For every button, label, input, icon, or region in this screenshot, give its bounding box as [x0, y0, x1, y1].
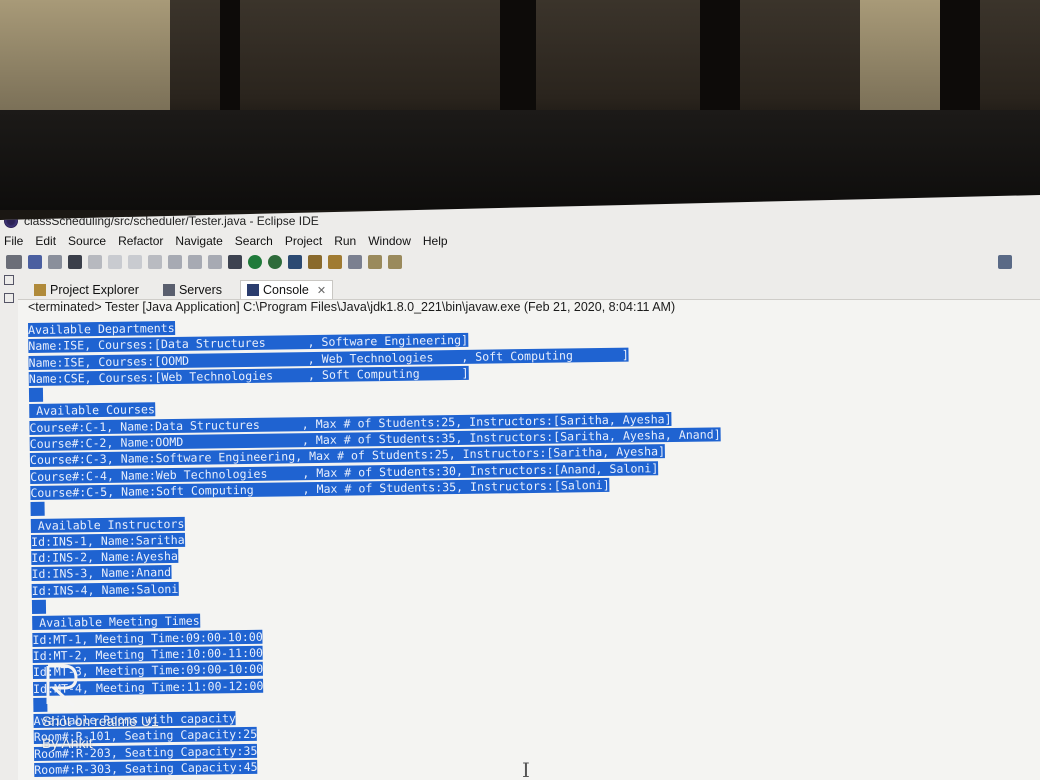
menu-edit[interactable]: Edit: [35, 234, 56, 248]
skip-breakpoints-icon[interactable]: [88, 255, 102, 269]
open-task-icon[interactable]: [328, 255, 342, 269]
tab-label: Console: [263, 283, 309, 297]
monitor-bezel: [0, 110, 1040, 210]
forward-icon[interactable]: [388, 255, 402, 269]
view-tabs: Project Explorer Servers Console ✕: [28, 277, 1040, 299]
suspend-icon[interactable]: [128, 255, 142, 269]
tab-project-explorer[interactable]: Project Explorer: [28, 281, 145, 299]
save-icon[interactable]: [28, 255, 42, 269]
menu-search[interactable]: Search: [235, 234, 273, 248]
menu-run[interactable]: Run: [334, 234, 356, 248]
menu-bar: File Edit Source Refactor Navigate Searc…: [0, 231, 1040, 251]
tab-servers[interactable]: Servers: [157, 281, 228, 299]
watermark-line-1: Shot on realme U1: [42, 713, 159, 729]
console-line-text: [28, 387, 44, 403]
new-icon[interactable]: [6, 255, 22, 269]
tab-label: Servers: [178, 283, 223, 297]
step-return-icon[interactable]: [208, 255, 222, 269]
eclipse-icon: [4, 214, 18, 228]
console-line-text: Available Instructors: [30, 516, 185, 533]
open-type-icon[interactable]: [308, 255, 322, 269]
menu-project[interactable]: Project: [285, 234, 322, 248]
servers-icon: [162, 284, 175, 296]
menu-file[interactable]: File: [4, 234, 23, 248]
step-into-icon[interactable]: [168, 255, 182, 269]
save-all-icon[interactable]: [48, 255, 62, 269]
side-panel-icons: [0, 275, 18, 335]
console-line-text: Available Departments: [28, 320, 175, 337]
menu-window[interactable]: Window: [368, 234, 411, 248]
window-titlebar: classScheduling/src/scheduler/Tester.jav…: [0, 211, 1040, 231]
text-cursor-icon: I: [522, 758, 530, 780]
debug-icon[interactable]: [228, 255, 242, 269]
console-line-text: Id:INS-3, Name:Anand: [31, 565, 172, 582]
console-line-text: Id:INS-1, Name:Saritha: [30, 532, 185, 549]
back-icon[interactable]: [368, 255, 382, 269]
project-explorer-icon: [34, 284, 46, 296]
external-tools-icon[interactable]: [288, 255, 302, 269]
run-icon[interactable]: [248, 255, 262, 269]
console-line-text: Id:MT-1, Meeting Time:09:00-10:00: [32, 629, 263, 647]
console-line-text: Id:INS-4, Name:Saloni: [31, 581, 179, 598]
console-view: <terminated> Tester [Java Application] C…: [18, 299, 1040, 780]
open-perspective-icon[interactable]: [998, 255, 1012, 269]
resume-icon[interactable]: [108, 255, 122, 269]
console-line-text: [31, 599, 47, 615]
console-line-text: Available Courses: [29, 402, 155, 419]
tab-console[interactable]: Console ✕: [240, 280, 334, 299]
tab-label: Project Explorer: [50, 283, 139, 297]
console-icon: [247, 284, 260, 296]
camera-watermark: Shot on realme U1 By Ankit: [42, 660, 159, 754]
terminal-icon[interactable]: [68, 255, 82, 269]
minimize-icon[interactable]: [4, 275, 14, 285]
console-line-text: [30, 502, 45, 517]
coverage-icon[interactable]: [268, 255, 282, 269]
restore-icon[interactable]: [4, 293, 14, 303]
menu-source[interactable]: Source: [68, 234, 106, 248]
terminate-icon[interactable]: [148, 255, 162, 269]
console-line-text: Available Meeting Times: [32, 613, 200, 631]
console-line-text: Id:INS-2, Name:Ayesha: [31, 549, 178, 566]
step-over-icon[interactable]: [188, 255, 202, 269]
menu-navigate[interactable]: Navigate: [175, 234, 222, 248]
watermark-line-2: By Ankit: [42, 735, 93, 751]
main-toolbar: [0, 251, 1040, 273]
close-icon[interactable]: ✕: [317, 284, 326, 297]
window-title: classScheduling/src/scheduler/Tester.jav…: [24, 214, 319, 228]
menu-refactor[interactable]: Refactor: [118, 234, 163, 248]
search-icon[interactable]: [348, 255, 362, 269]
console-header: <terminated> Tester [Java Application] C…: [28, 300, 676, 314]
console-line-text: Room#:R-303, Seating Capacity:45: [34, 759, 258, 777]
menu-help[interactable]: Help: [423, 234, 448, 248]
